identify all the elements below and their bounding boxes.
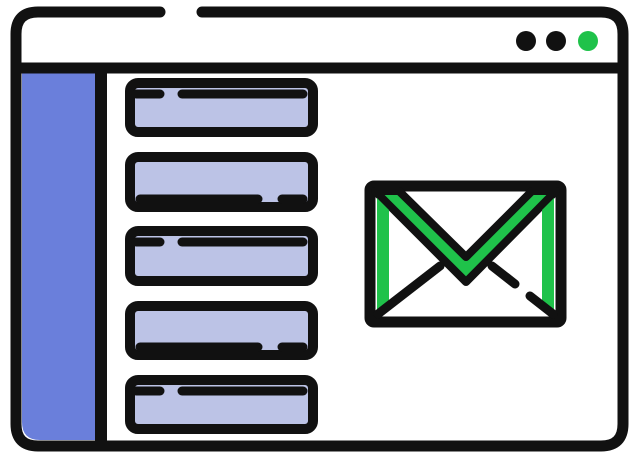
list-item[interactable] xyxy=(125,301,318,360)
browser-window-illustration xyxy=(0,0,639,456)
mail-envelope-icon[interactable] xyxy=(364,180,567,328)
list-item[interactable] xyxy=(125,375,318,434)
window-controls xyxy=(516,31,598,51)
control-dot-1[interactable] xyxy=(516,31,536,51)
envelope-right-accent xyxy=(542,198,554,310)
list-item[interactable] xyxy=(125,78,318,137)
list-item[interactable] xyxy=(125,152,318,212)
control-dot-3[interactable] xyxy=(578,31,598,51)
list-item[interactable] xyxy=(125,226,318,286)
envelope-left-accent xyxy=(377,198,389,310)
control-dot-2[interactable] xyxy=(546,31,566,51)
list-items xyxy=(125,78,318,434)
browser-window-svg xyxy=(10,6,629,452)
sidebar-fill xyxy=(22,72,100,440)
sidebar xyxy=(22,70,107,442)
